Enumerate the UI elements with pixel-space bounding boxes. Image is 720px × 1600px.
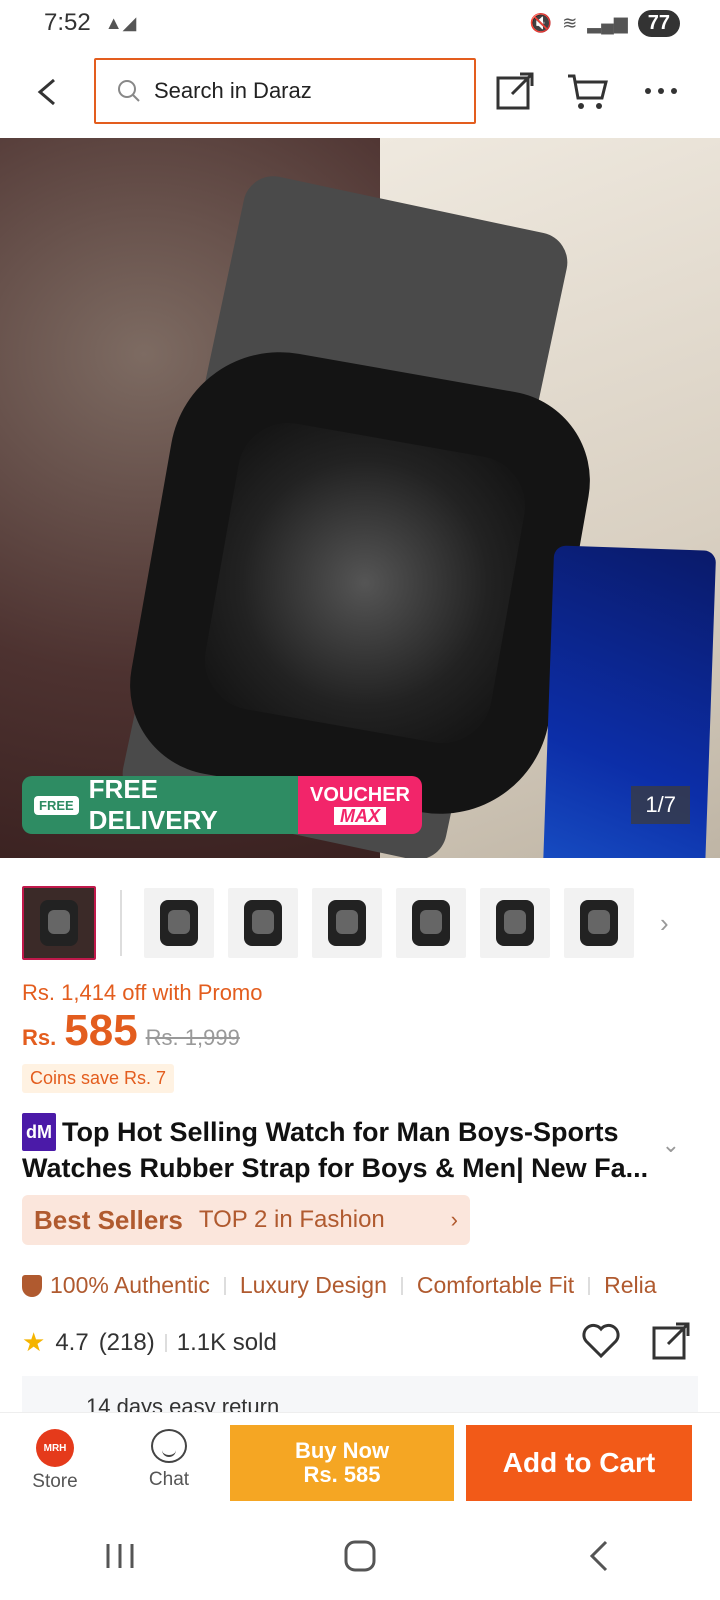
recent-apps-icon[interactable] <box>100 1536 140 1576</box>
feature-tags[interactable]: 100% Authentic Luxury Design Comfortable… <box>22 1272 720 1299</box>
chat-button[interactable]: Chat <box>124 1421 214 1491</box>
feature-tag: 100% Authentic <box>50 1272 210 1298</box>
best-sellers-banner[interactable]: Best Sellers TOP 2 in Fashion › <box>22 1195 470 1245</box>
free-delivery-badge: FREE FREE DELIVERY <box>22 776 298 834</box>
thumbnail-orange[interactable] <box>396 888 466 958</box>
chevron-right-icon[interactable]: › <box>660 908 669 939</box>
more-icon[interactable] <box>640 70 682 112</box>
max-label: MAX <box>334 807 386 825</box>
free-delivery-label: FREE DELIVERY <box>88 776 218 834</box>
share-icon[interactable] <box>494 70 536 112</box>
store-logo-icon: MRH <box>36 1429 74 1467</box>
feature-tag: Luxury Design <box>239 1272 387 1298</box>
search-placeholder: Search in Daraz <box>154 78 312 103</box>
image-counter: 1/7 <box>631 786 690 824</box>
home-icon[interactable] <box>340 1536 380 1576</box>
dm-badge: dM <box>22 1113 56 1151</box>
promo-banner: FREE FREE DELIVERY VOUCHER MAX <box>22 776 422 834</box>
voucher-max-badge: VOUCHER MAX <box>298 776 422 834</box>
truck-icon: FREE <box>34 795 79 815</box>
rating-divider <box>164 1333 167 1352</box>
bottom-action-bar: MRH Store Chat Buy Now Rs. 585 Add to Ca… <box>0 1412 720 1512</box>
product-title-text: Top Hot Selling Watch for Man Boys-Sport… <box>22 1117 649 1183</box>
thumbnail-green[interactable] <box>228 888 298 958</box>
rating-row[interactable]: ★ 4.7 (218) 1.1K sold <box>22 1327 277 1358</box>
thumbnail-watch-icon <box>160 890 198 956</box>
chat-label: Chat <box>148 1469 190 1490</box>
thumbnail-main[interactable] <box>22 886 96 960</box>
original-price: Rs. 1,999 <box>145 1025 240 1050</box>
feature-divider <box>223 1276 226 1295</box>
status-time: 7:52 <box>44 9 91 36</box>
feature-tag: Relia <box>604 1272 657 1298</box>
search-icon <box>118 80 140 102</box>
watch-dial <box>197 415 533 751</box>
back-nav-icon[interactable] <box>580 1536 620 1576</box>
thumbnail-watch-icon <box>580 890 618 956</box>
thumbnail-red[interactable] <box>480 888 550 958</box>
store-button[interactable]: MRH Store <box>10 1421 100 1493</box>
mute-icon: 🔇 <box>529 12 553 33</box>
product-title[interactable]: dM Top Hot Selling Watch for Man Boys-Spo… <box>22 1113 662 1185</box>
thumbnail-watch-icon <box>496 890 534 956</box>
back-icon[interactable] <box>30 74 66 110</box>
wishlist-heart-icon[interactable] <box>580 1320 622 1362</box>
header: Search in Daraz <box>0 46 720 136</box>
battery-indicator: 77 <box>637 9 680 37</box>
chevron-right-icon: › <box>450 1207 458 1232</box>
system-nav-bar <box>0 1512 720 1600</box>
price-value: 585 <box>64 1006 138 1055</box>
chat-icon <box>151 1429 187 1463</box>
store-label: Store <box>32 1471 78 1492</box>
thumbnail-divider <box>120 890 122 956</box>
feature-divider <box>588 1276 591 1295</box>
signal-icon: ▲◢ <box>104 12 137 33</box>
return-policy-row[interactable]: 14 days easy return <box>22 1376 698 1416</box>
thumbnail-watch-icon <box>328 890 366 956</box>
coins-badge: Coins save Rs. 7 <box>22 1064 175 1093</box>
feature-divider <box>400 1276 403 1295</box>
cart-icon[interactable] <box>566 70 608 112</box>
thumbnail-yellow[interactable] <box>312 888 382 958</box>
blue-tag <box>541 545 717 858</box>
feature-tag: Comfortable Fit <box>416 1272 575 1298</box>
wifi-icon: ≋ <box>562 12 578 33</box>
thumbnail-watch-icon <box>40 890 78 956</box>
rating-count: (218) <box>98 1328 155 1356</box>
sold-count: 1.1K sold <box>176 1328 277 1356</box>
best-sellers-rank: TOP 2 in Fashion <box>198 1206 385 1233</box>
add-to-cart-button[interactable]: Add to Cart <box>466 1425 692 1501</box>
thumbnail-gray[interactable] <box>564 888 634 958</box>
chevron-down-icon[interactable]: ⌄ <box>662 1132 680 1158</box>
thumbnail-watch-icon <box>244 890 282 956</box>
price-row: Rs. 585 Rs. 1,999 <box>22 1006 240 1056</box>
product-image[interactable]: FREE FREE DELIVERY VOUCHER MAX 1/7 <box>0 138 720 858</box>
cell-signal-icon: ▂▄▆ <box>587 12 628 33</box>
status-bar: 7:52 ▲◢ 🔇 ≋ ▂▄▆ 77 <box>0 0 720 46</box>
star-icon: ★ <box>22 1327 46 1357</box>
buy-now-button[interactable]: Buy Now Rs. 585 <box>230 1425 454 1501</box>
rating-score: 4.7 <box>55 1328 89 1356</box>
shield-icon <box>22 1274 42 1297</box>
best-sellers-label: Best Sellers <box>34 1204 183 1235</box>
thumbnail-blue[interactable] <box>144 888 214 958</box>
buy-now-label: Buy Now <box>294 1438 390 1463</box>
buy-now-price: Rs. 585 <box>303 1462 381 1487</box>
search-input[interactable]: Search in Daraz <box>94 58 476 124</box>
thumbnail-watch-icon <box>412 890 450 956</box>
promo-discount-text[interactable]: Rs. 1,414 off with Promo <box>22 980 263 1006</box>
voucher-label: VOUCHER <box>309 784 410 806</box>
share-icon[interactable] <box>650 1320 692 1362</box>
thumbnail-strip: › <box>22 884 702 962</box>
price-currency: Rs. <box>22 1025 57 1050</box>
